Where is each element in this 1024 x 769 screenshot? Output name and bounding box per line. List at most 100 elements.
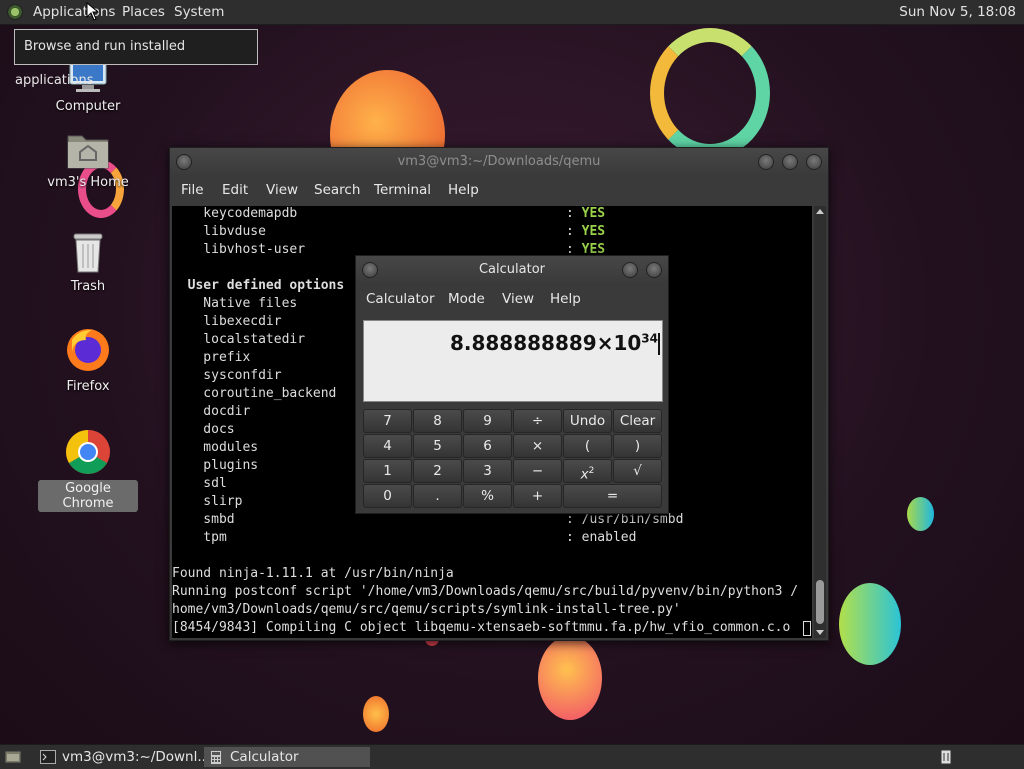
key-8[interactable]: 8 [413, 409, 462, 433]
key-2[interactable]: 2 [413, 459, 462, 483]
key-3[interactable]: 3 [463, 459, 512, 483]
menu-terminal[interactable]: Terminal [374, 182, 431, 198]
clock[interactable]: Sun Nov 5, 18:08 [899, 4, 1016, 20]
terminal-scrollbar[interactable] [814, 206, 826, 638]
wallpaper-blob [839, 583, 901, 665]
key-label: 6 [483, 438, 492, 454]
key-1[interactable]: 1 [363, 459, 412, 483]
key-label: 8 [433, 413, 442, 429]
key-([interactable]: ( [563, 434, 612, 458]
key-label: ) [634, 438, 641, 454]
desktop-icon-firefox[interactable]: Firefox [38, 326, 138, 395]
key-−[interactable]: − [513, 459, 562, 483]
menu-file[interactable]: File [181, 182, 204, 198]
desktop-icon-chrome[interactable]: Google Chrome [38, 428, 138, 512]
terminal-line: smbd [172, 512, 235, 527]
key-)[interactable]: ) [613, 434, 662, 458]
wallpaper-blob [907, 497, 934, 531]
close-icon[interactable] [646, 262, 662, 278]
key-label: . [435, 488, 440, 504]
taskbar-item-calculator[interactable]: Calculator [204, 747, 370, 767]
key-label: 5 [433, 438, 442, 454]
key-label: Clear [619, 413, 656, 429]
desktop-icon-home[interactable]: vm3's Home [38, 128, 138, 191]
terminal-line: slirp [172, 494, 243, 509]
key-0[interactable]: 0 [363, 484, 412, 508]
taskbar-item-terminal[interactable]: vm3@vm3:~/Downl... [36, 747, 210, 767]
key-label: ( [584, 438, 591, 454]
terminal-icon [40, 750, 56, 764]
key-equals[interactable]: = [563, 484, 662, 508]
terminal-line: Running postconf script '/home/vm3/Downl… [172, 584, 799, 599]
key-%[interactable]: % [463, 484, 512, 508]
menu-view[interactable]: View [502, 291, 534, 307]
minimize-icon[interactable] [758, 154, 774, 170]
key-4[interactable]: 4 [363, 434, 412, 458]
key-label: 7 [383, 413, 392, 429]
distro-logo-icon[interactable] [7, 4, 23, 20]
maximize-icon[interactable] [782, 154, 798, 170]
menu-mode[interactable]: Mode [448, 291, 485, 307]
key-label: 3 [483, 463, 492, 479]
key-label: x [580, 466, 589, 483]
trash-icon [73, 233, 103, 273]
chrome-icon [66, 430, 110, 474]
menu-view[interactable]: View [266, 182, 298, 198]
applications-tooltip: Browse and run installed applications [14, 29, 258, 88]
key-label: − [531, 463, 544, 479]
terminal-line: home/vm3/Downloads/qemu/src/qemu/scripts… [172, 602, 681, 617]
desktop-icon-trash[interactable]: Trash [38, 230, 138, 295]
key-decimal[interactable]: . [413, 484, 462, 508]
calculator-window[interactable]: Calculator Calculator Mode View Help 8.8… [355, 255, 669, 514]
calculator-titlebar[interactable]: Calculator [356, 256, 668, 284]
menu-calculator[interactable]: Calculator [366, 291, 435, 307]
terminal-titlebar[interactable]: vm3@vm3:~/Downloads/qemu [170, 148, 828, 176]
close-icon[interactable] [806, 154, 822, 170]
key-+[interactable]: + [513, 484, 562, 508]
calculator-display[interactable]: 8.888888889×1034 [363, 320, 663, 402]
menu-search[interactable]: Search [314, 182, 360, 198]
terminal-line: sdl [172, 476, 227, 491]
taskbar-item-label: Calculator [230, 749, 299, 765]
menu-help[interactable]: Help [448, 182, 479, 198]
key-×[interactable]: × [513, 434, 562, 458]
terminal-line: prefix [172, 350, 251, 365]
key-9[interactable]: 9 [463, 409, 512, 433]
terminal-line: docs [172, 422, 235, 437]
key-√[interactable]: √ [613, 459, 662, 483]
key-undo[interactable]: Undo [563, 409, 612, 433]
scrollbar-thumb[interactable] [816, 580, 824, 624]
key-label: ÷ [531, 413, 544, 429]
menu-edit[interactable]: Edit [222, 182, 248, 198]
wallpaper-ring [650, 28, 770, 158]
terminal-line-value: : YES [566, 224, 606, 239]
taskbar-item-label: vm3@vm3:~/Downl... [62, 749, 211, 765]
system-menu[interactable]: System [174, 4, 224, 20]
minimize-icon[interactable] [622, 262, 638, 278]
key-square[interactable]: x2 [563, 459, 612, 483]
places-menu[interactable]: Places [122, 4, 165, 20]
terminal-line: coroutine_backend [172, 386, 337, 401]
trash-applet-icon[interactable] [938, 749, 954, 765]
key-5[interactable]: 5 [413, 434, 462, 458]
wallpaper-blob [538, 636, 602, 720]
key-label: 0 [383, 488, 392, 504]
show-desktop-icon[interactable] [4, 749, 22, 765]
calculator-icon [210, 750, 222, 765]
mouse-pointer-icon [86, 2, 100, 21]
key-superscript: 2 [588, 466, 595, 476]
terminal-line: [8454/9843] Compiling C object libqemu-x… [172, 620, 791, 635]
key-label: 1 [383, 463, 392, 479]
key-÷[interactable]: ÷ [513, 409, 562, 433]
key-7[interactable]: 7 [363, 409, 412, 433]
key-label: 9 [483, 413, 492, 429]
menu-help[interactable]: Help [550, 291, 581, 307]
key-clear[interactable]: Clear [613, 409, 662, 433]
terminal-line: Found ninja-1.11.1 at /usr/bin/ninja [172, 566, 454, 581]
terminal-line-value: : YES [566, 206, 606, 221]
key-label: √ [633, 463, 642, 479]
key-6[interactable]: 6 [463, 434, 512, 458]
key-label: 2 [433, 463, 442, 479]
home-folder-icon [67, 135, 109, 169]
applications-menu[interactable]: Applications [33, 4, 115, 20]
